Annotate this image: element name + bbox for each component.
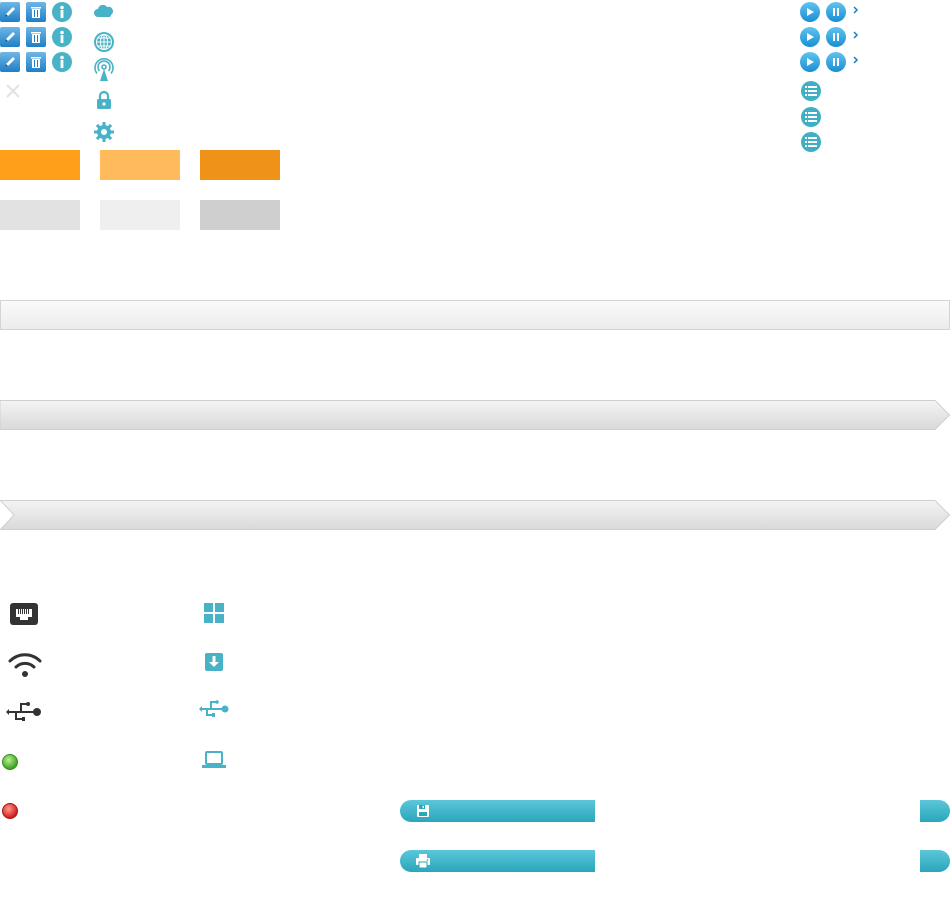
cloud-icon	[93, 2, 115, 22]
list-icon	[805, 137, 817, 147]
trash-icon	[31, 32, 41, 43]
close-icon	[6, 84, 20, 98]
expand-button[interactable]	[852, 27, 860, 45]
save-icon	[417, 805, 429, 817]
trash-icon	[31, 7, 41, 18]
list-icon	[805, 86, 817, 96]
info-button[interactable]	[52, 52, 72, 72]
play-icon	[807, 33, 814, 41]
delete-button[interactable]	[26, 27, 46, 47]
save-button-end[interactable]	[920, 800, 950, 822]
swatch-orange-3	[200, 150, 280, 180]
lock-icon	[95, 90, 113, 110]
info-icon	[60, 30, 64, 43]
arrow-bar	[0, 400, 950, 430]
gear-icon	[93, 121, 115, 143]
pencil-icon	[5, 7, 15, 17]
expand-button[interactable]	[852, 2, 860, 20]
pause-icon	[833, 58, 839, 66]
list-button-3[interactable]	[801, 132, 821, 152]
expand-button[interactable]	[852, 52, 860, 70]
usb-icon	[6, 697, 42, 727]
chevron-right-icon	[853, 56, 859, 64]
plain-bar	[0, 300, 950, 330]
print-button[interactable]	[400, 850, 595, 872]
list-icon	[805, 112, 817, 122]
status-green-icon	[2, 754, 18, 770]
play-button[interactable]	[800, 27, 820, 47]
close-button[interactable]	[4, 82, 22, 100]
swatch-orange-1	[0, 150, 80, 180]
status-red-icon	[2, 803, 18, 819]
play-button[interactable]	[800, 52, 820, 72]
pause-icon	[833, 33, 839, 41]
info-button[interactable]	[52, 2, 72, 22]
delete-button[interactable]	[26, 52, 46, 72]
swatch-gray-2	[100, 200, 180, 230]
pause-button[interactable]	[826, 27, 846, 47]
play-button[interactable]	[800, 2, 820, 22]
usb-teal-icon	[199, 699, 229, 719]
pause-icon	[833, 8, 839, 16]
trash-icon	[31, 57, 41, 68]
info-button[interactable]	[52, 27, 72, 47]
swatch-orange-2	[100, 150, 180, 180]
list-button-2[interactable]	[801, 107, 821, 127]
info-icon	[60, 55, 64, 68]
pause-button[interactable]	[826, 2, 846, 22]
wifi-icon	[7, 650, 43, 680]
chevron-bar	[0, 500, 950, 530]
ethernet-icon	[9, 599, 39, 629]
grid-icon	[203, 602, 225, 624]
play-icon	[807, 58, 814, 66]
swatch-gray-3	[200, 200, 280, 230]
chevron-right-icon	[853, 31, 859, 39]
pencil-icon	[5, 57, 15, 67]
delete-button[interactable]	[26, 2, 46, 22]
swatch-gray-1	[0, 200, 80, 230]
pause-button[interactable]	[826, 52, 846, 72]
edit-button[interactable]	[0, 27, 20, 47]
chevron-right-icon	[853, 6, 859, 14]
save-button[interactable]	[400, 800, 595, 822]
globe-icon	[93, 31, 115, 53]
print-button-end[interactable]	[920, 850, 950, 872]
antenna-icon	[94, 58, 114, 82]
edit-button[interactable]	[0, 52, 20, 72]
download-icon	[204, 652, 224, 672]
play-icon	[807, 8, 814, 16]
pencil-icon	[5, 32, 15, 42]
info-icon	[60, 5, 64, 18]
print-icon	[416, 854, 430, 869]
list-button-1[interactable]	[801, 81, 821, 101]
edit-button[interactable]	[0, 2, 20, 22]
laptop-icon	[202, 750, 226, 770]
